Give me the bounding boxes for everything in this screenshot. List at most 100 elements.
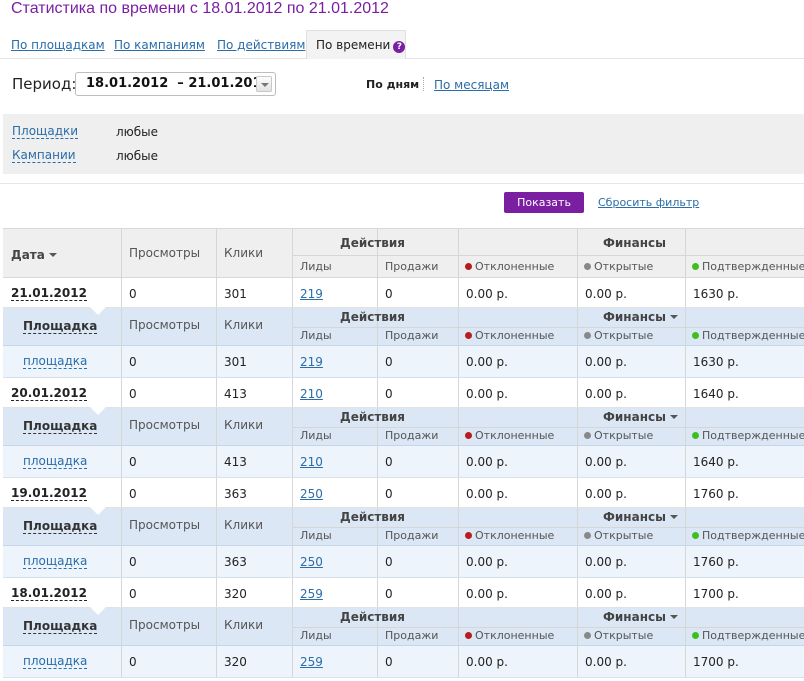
finance-confirmed-label: Подтвержденные [702,429,804,442]
column-divider [577,446,578,477]
tab-by-time[interactable]: По времени? [306,30,406,59]
finance-rejected-header: Отклоненные [465,629,554,642]
row-pointer [90,407,106,415]
open-value: 0.00 р. [585,355,627,369]
confirmed-value: 1760 р. [693,555,739,569]
clicks-value: 363 [224,487,247,501]
chevron-down-icon[interactable] [256,76,272,92]
status-dot-icon [692,632,699,639]
leads-link[interactable]: 219 [300,287,323,301]
filter-campaigns-link[interactable]: Кампании [12,149,76,163]
column-site-header[interactable]: Площадка [23,620,98,634]
help-icon[interactable]: ? [393,41,406,53]
tab-by-sites[interactable]: По площадкам [11,38,105,52]
finance-open-header: Открытые [584,529,653,542]
leads-link[interactable]: 210 [300,455,323,469]
show-button[interactable]: Показать [504,192,584,213]
column-divider [216,608,217,645]
period-select[interactable]: 18.01.2012 – 21.01.2012 [75,72,276,96]
leads-link[interactable]: 250 [300,487,323,501]
column-divider [121,608,122,645]
tab-by-actions[interactable]: По действиям [217,38,305,52]
column-clicks-header: Клики [224,246,264,260]
column-divider [121,346,122,377]
leads-link[interactable]: 259 [300,655,323,669]
column-divider [685,346,686,377]
leads-link[interactable]: 219 [300,355,323,369]
confirmed-value: 1700 р. [693,587,739,601]
column-divider [685,546,686,577]
finance-open-header: Открытые [584,629,653,642]
column-leads-header: Лиды [300,629,332,642]
header-divider [292,255,804,256]
site-link[interactable]: площадка [23,655,88,669]
finance-rejected-header: Отклоненные [465,329,554,342]
finance-confirmed-header: Подтвержденные [692,429,804,442]
sales-value: 0 [385,655,393,669]
column-divider [377,278,378,307]
finance-open-label: Открытые [594,329,654,342]
column-divider [577,578,578,607]
sales-value: 0 [385,455,393,469]
finance-group-header: Финансы [603,236,666,250]
column-divider [377,378,378,407]
finance-confirmed-header: Подтвержденные [692,629,804,642]
rejected-value: 0.00 р. [466,387,508,401]
finance-group-header[interactable]: Финансы [603,610,678,624]
column-divider [458,546,459,577]
actions-group-header: Действия [340,236,406,250]
leads-link[interactable]: 210 [300,387,323,401]
finance-group-header[interactable]: Финансы [603,310,678,324]
column-divider [458,346,459,377]
table-header: Просмотры Клики Действия Финансы Лиды Продажи… [3,228,804,278]
column-divider [216,346,217,377]
column-site-header[interactable]: Площадка [23,520,98,534]
sort-down-icon [48,253,57,257]
column-site-header[interactable]: Площадка [23,320,98,334]
column-divider [458,646,459,677]
date-link[interactable]: 21.01.2012 [11,287,87,301]
finance-confirmed-label: Подтвержденные [702,529,804,542]
site-link[interactable]: площадка [23,555,88,569]
leads-link[interactable]: 259 [300,587,323,601]
site-link[interactable]: площадка [23,355,88,369]
site-link[interactable]: площадка [23,455,88,469]
column-divider [121,446,122,477]
chevron-down-icon [669,515,678,519]
finance-confirmed-label: Подтвержденные [702,260,804,273]
header-divider [292,527,804,528]
table-row: 21.01.2012 0 301 219 0 0.00 р. 0.00 р. 1630 р. [3,278,804,308]
column-divider [577,278,578,307]
divider [0,183,804,184]
confirmed-value: 1630 р. [693,287,739,301]
finance-rejected-label: Отклоненные [475,329,555,342]
reset-filter-link[interactable]: Сбросить фильтр [598,196,699,209]
finance-group-label: Финансы [603,410,666,424]
column-leads-header: Лиды [300,329,332,342]
column-site-header[interactable]: Площадка [23,420,98,434]
column-divider [216,446,217,477]
filter-panel: Площадки любые Кампании любые [3,114,804,174]
leads-link[interactable]: 250 [300,555,323,569]
date-link[interactable]: 20.01.2012 [11,387,87,401]
open-value: 0.00 р. [585,287,627,301]
by-months-link[interactable]: По месяцам [434,78,509,92]
filter-sites-link[interactable]: Площадки [12,125,79,139]
list-item: площадка 0 363 250 0 0.00 р. 0.00 р. 1760 р. [3,546,804,578]
column-divider [685,278,686,307]
column-divider [121,646,122,677]
finance-rejected-header: Отклоненные [465,260,554,273]
sub-table-header: Просмотры Клики Действия Финансы Лиды Продажи… [3,607,804,646]
column-divider [121,278,122,307]
column-date-header[interactable]: Дата [11,248,57,262]
finance-group-header[interactable]: Финансы [603,510,678,524]
finance-group-header[interactable]: Финансы [603,410,678,424]
open-value: 0.00 р. [585,455,627,469]
open-value: 0.00 р. [585,655,627,669]
date-link[interactable]: 18.01.2012 [11,587,87,601]
column-divider [121,408,122,445]
tab-by-campaigns[interactable]: По кампаниям [114,38,205,52]
date-link[interactable]: 19.01.2012 [11,487,87,501]
finance-open-header: Открытые [584,429,653,442]
column-divider [458,229,459,277]
